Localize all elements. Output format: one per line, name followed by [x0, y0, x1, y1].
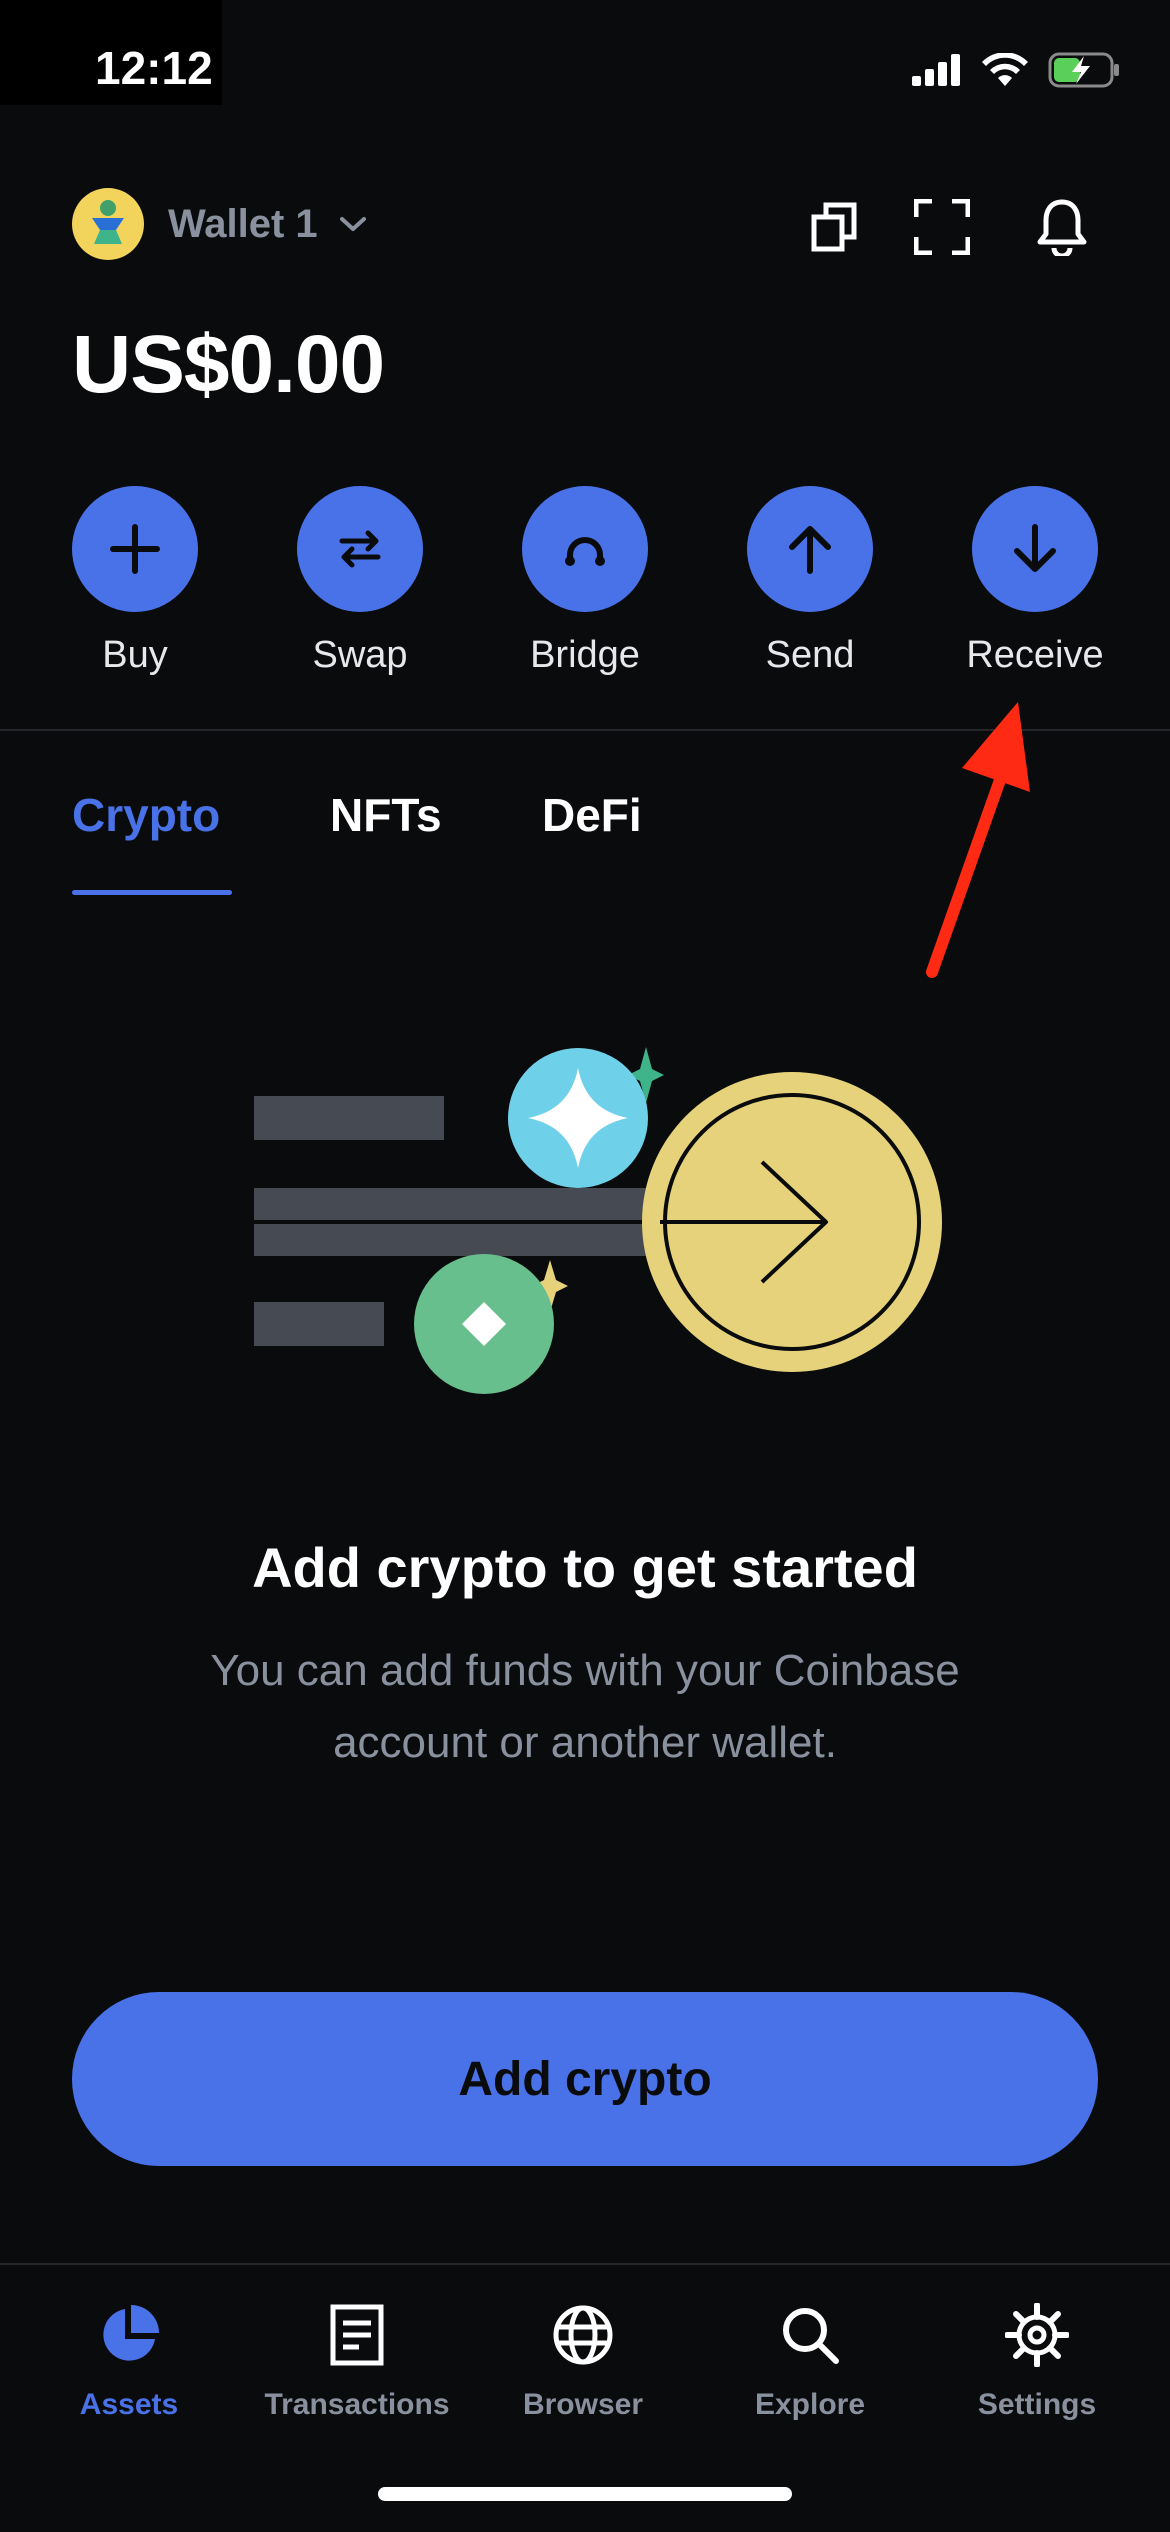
nav-explore-label: Explore: [754, 2388, 866, 2421]
nav-settings-label: Settings: [977, 2388, 1097, 2421]
gear-icon: [1005, 2303, 1069, 2367]
bridge-button[interactable]: Bridge: [485, 486, 685, 677]
receive-button[interactable]: Receive: [935, 486, 1135, 677]
add-crypto-button[interactable]: Add crypto: [72, 1992, 1098, 2166]
nav-browser[interactable]: Browser: [473, 2300, 693, 2422]
swap-circle: [297, 486, 423, 612]
copy-address-button[interactable]: [802, 195, 866, 259]
wifi-icon: [982, 53, 1028, 86]
annotation-arrow-icon: [926, 702, 1030, 978]
notifications-button[interactable]: [1030, 195, 1094, 259]
nav-browser-label: Browser: [522, 2388, 644, 2421]
wallet-selector[interactable]: Wallet 1: [72, 188, 368, 260]
globe-icon: [553, 2305, 613, 2365]
buy-label: Buy: [102, 634, 168, 676]
tab-nfts[interactable]: NFTs: [330, 788, 442, 842]
nav-assets-label: Assets: [79, 2388, 179, 2421]
arrow-down-icon: [1014, 524, 1056, 572]
arrow-up-icon: [789, 526, 831, 574]
wallet-name: Wallet 1: [168, 201, 318, 246]
nav-explore[interactable]: Explore: [700, 2300, 920, 2422]
nav-assets[interactable]: Assets: [19, 2300, 239, 2422]
wallet-balance: US$0.00: [72, 319, 385, 410]
nav-transactions-label: Transactions: [264, 2388, 450, 2421]
send-label: Send: [765, 634, 855, 676]
bridge-icon: [565, 537, 605, 566]
buy-circle: [72, 486, 198, 612]
bell-icon: [1037, 199, 1087, 256]
scan-qr-button[interactable]: [910, 195, 974, 259]
empty-state-subtitle: You can add funds with your Coinbase acc…: [210, 1646, 960, 1767]
receive-circle: [972, 486, 1098, 612]
receive-label: Receive: [966, 634, 1104, 676]
search-icon: [783, 2308, 839, 2364]
nav-transactions[interactable]: Transactions: [247, 2300, 467, 2422]
add-crypto-illustration: [254, 1047, 942, 1394]
status-time: 12:12: [95, 42, 213, 94]
nav-settings[interactable]: Settings: [927, 2300, 1147, 2422]
battery-charging-icon: [1048, 52, 1119, 88]
pie-chart-icon: [103, 2305, 159, 2361]
wallet-avatar: [72, 188, 144, 260]
status-icons: [912, 52, 1120, 88]
send-circle: [747, 486, 873, 612]
bridge-circle: [522, 486, 648, 612]
plus-icon: [110, 524, 160, 574]
document-icon: [330, 2304, 384, 2366]
home-indicator[interactable]: [378, 2487, 792, 2501]
buy-button[interactable]: Buy: [35, 486, 235, 677]
bottom-nav-divider: [0, 2263, 1170, 2265]
copy-icon: [811, 202, 857, 252]
tab-defi[interactable]: DeFi: [542, 788, 642, 842]
active-tab-indicator: [72, 890, 232, 895]
bridge-label: Bridge: [530, 634, 640, 676]
chevron-down-icon: [339, 217, 366, 231]
swap-button[interactable]: Swap: [260, 486, 460, 677]
scan-icon: [914, 199, 970, 255]
swap-label: Swap: [312, 634, 408, 676]
send-button[interactable]: Send: [710, 486, 910, 677]
tab-crypto[interactable]: Crypto: [72, 788, 220, 842]
empty-state-title: Add crypto to get started: [252, 1536, 918, 1599]
cellular-signal-icon: [912, 54, 960, 86]
swap-icon: [339, 530, 381, 568]
